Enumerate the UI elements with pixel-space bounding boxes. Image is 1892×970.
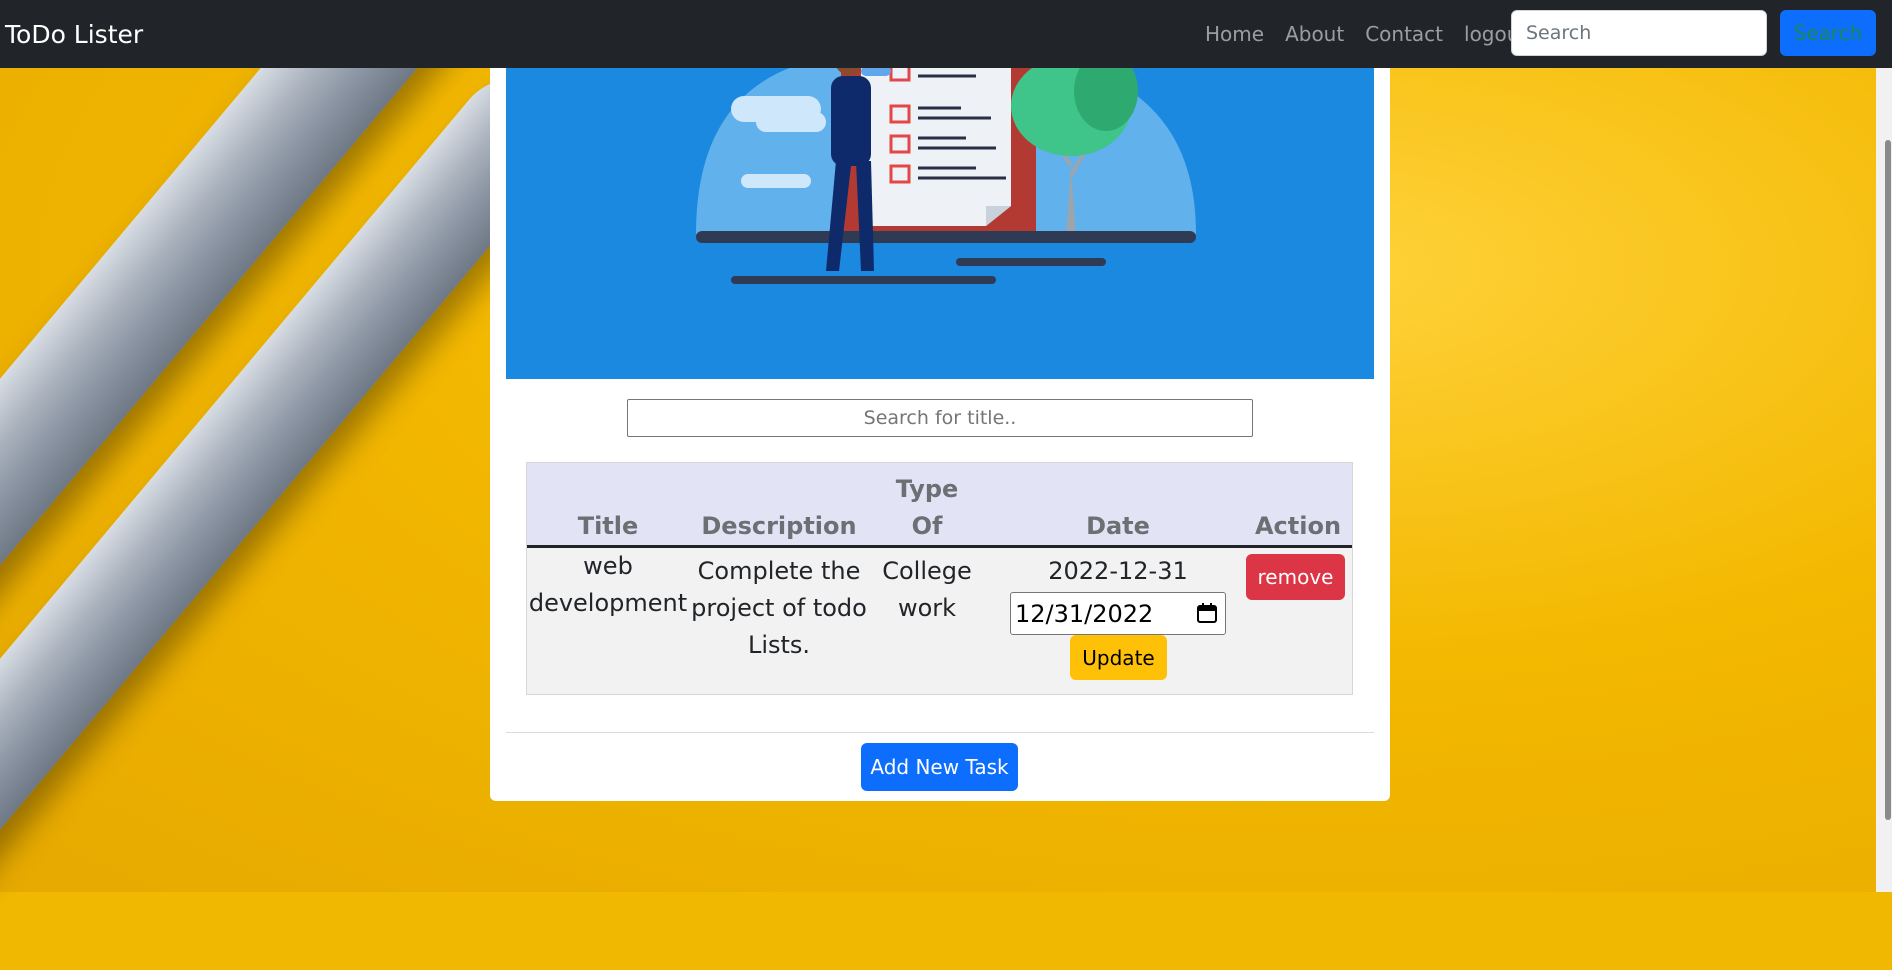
- nav-link-about[interactable]: About: [1285, 22, 1344, 46]
- cell-title: web development: [528, 552, 688, 617]
- nav-link-home[interactable]: Home: [1205, 22, 1264, 46]
- date-input[interactable]: 12/31/2022: [1010, 592, 1226, 635]
- update-button[interactable]: Update: [1070, 635, 1167, 680]
- calendar-icon[interactable]: [1197, 603, 1217, 623]
- cell-date: 2022-12-31: [1048, 557, 1188, 585]
- navbar-search-button[interactable]: Search: [1780, 10, 1876, 56]
- nav-link-contact[interactable]: Contact: [1365, 22, 1443, 46]
- add-new-task-button[interactable]: Add New Task: [861, 743, 1018, 791]
- navbar-search-input[interactable]: Search: [1511, 10, 1767, 56]
- header-description: Description: [701, 512, 857, 540]
- hero-illustration: [506, 56, 1374, 379]
- divider: [506, 732, 1374, 733]
- cell-type-of-work: College work: [882, 557, 972, 622]
- checklist-illustration: [696, 56, 1196, 284]
- table-header: Title Description Type Of Work Date Acti…: [527, 463, 1352, 577]
- header-title: Title: [577, 512, 639, 540]
- date-input-value: 12/31/2022: [1015, 599, 1154, 628]
- table-row: web development Complete the project of …: [527, 548, 1352, 694]
- nav-links: Home About Contact logout: [1205, 0, 1548, 68]
- header-date: Date: [1086, 512, 1150, 540]
- remove-button[interactable]: remove: [1246, 554, 1345, 600]
- cell-description: Complete the project of todo Lists.: [691, 557, 867, 659]
- title-search-input[interactable]: Search for title..: [627, 399, 1253, 437]
- navbar: ToDo Lister Home About Contact logout Se…: [0, 0, 1892, 68]
- brand-link[interactable]: ToDo Lister: [5, 20, 143, 49]
- todo-table: Title Description Type Of Work Date Acti…: [526, 462, 1353, 695]
- header-action: Action: [1254, 512, 1342, 540]
- scrollbar-thumb[interactable]: [1885, 140, 1891, 820]
- todo-card: Search for title.. Title Description Typ…: [490, 56, 1390, 801]
